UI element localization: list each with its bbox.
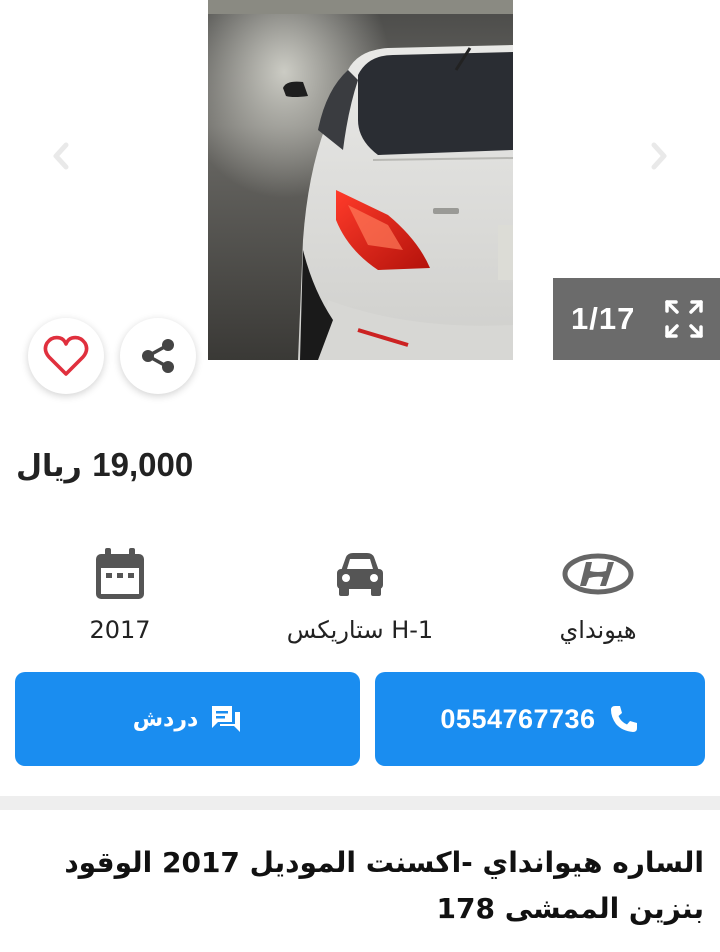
photo-counter: 1/17 bbox=[571, 301, 636, 336]
chevron-left-icon bbox=[53, 142, 69, 170]
description-line-1: الساره هيوانداي -اكسنت الموديل 2017 الوق… bbox=[64, 846, 704, 879]
chat-button[interactable]: دردش bbox=[15, 672, 360, 766]
spec-brand-value: هيونداي bbox=[559, 616, 637, 644]
car-icon bbox=[337, 553, 383, 596]
expand-icon[interactable] bbox=[664, 299, 704, 339]
price-value: 19,000 bbox=[92, 446, 194, 483]
photo-counter-bar: 1/17 bbox=[553, 278, 720, 360]
description-line-2: بنزين الممشى 178 bbox=[436, 892, 705, 925]
heart-icon bbox=[43, 335, 89, 376]
listing-description: الساره هيوانداي -اكسنت الموديل 2017 الوق… bbox=[14, 840, 704, 932]
listing-price: 19,000 ريال bbox=[16, 446, 193, 484]
spec-brand: هيونداي bbox=[498, 540, 698, 644]
previous-photo-button[interactable] bbox=[44, 138, 80, 174]
share-button[interactable] bbox=[120, 318, 196, 394]
share-icon bbox=[142, 339, 174, 373]
spec-year: 2017 bbox=[20, 540, 220, 644]
chevron-right-icon bbox=[651, 142, 667, 170]
spec-year-value: 2017 bbox=[89, 616, 151, 644]
call-button[interactable]: 0554767736 bbox=[375, 672, 705, 766]
photo-gallery: 1/17 bbox=[0, 0, 720, 400]
chat-button-label: دردش bbox=[132, 706, 199, 732]
car-photo[interactable] bbox=[208, 0, 513, 360]
section-divider bbox=[0, 796, 720, 810]
calendar-icon bbox=[96, 548, 144, 599]
price-currency: ريال bbox=[16, 449, 82, 484]
call-button-label: 0554767736 bbox=[440, 703, 596, 734]
chat-icon bbox=[212, 706, 241, 732]
favorite-button[interactable] bbox=[28, 318, 104, 394]
spec-model-value: H-1 ستاريكس bbox=[286, 616, 434, 644]
spec-model: H-1 ستاريكس bbox=[260, 540, 460, 644]
hyundai-logo-icon bbox=[562, 553, 634, 595]
next-photo-button[interactable] bbox=[640, 138, 676, 174]
phone-icon bbox=[610, 706, 637, 732]
